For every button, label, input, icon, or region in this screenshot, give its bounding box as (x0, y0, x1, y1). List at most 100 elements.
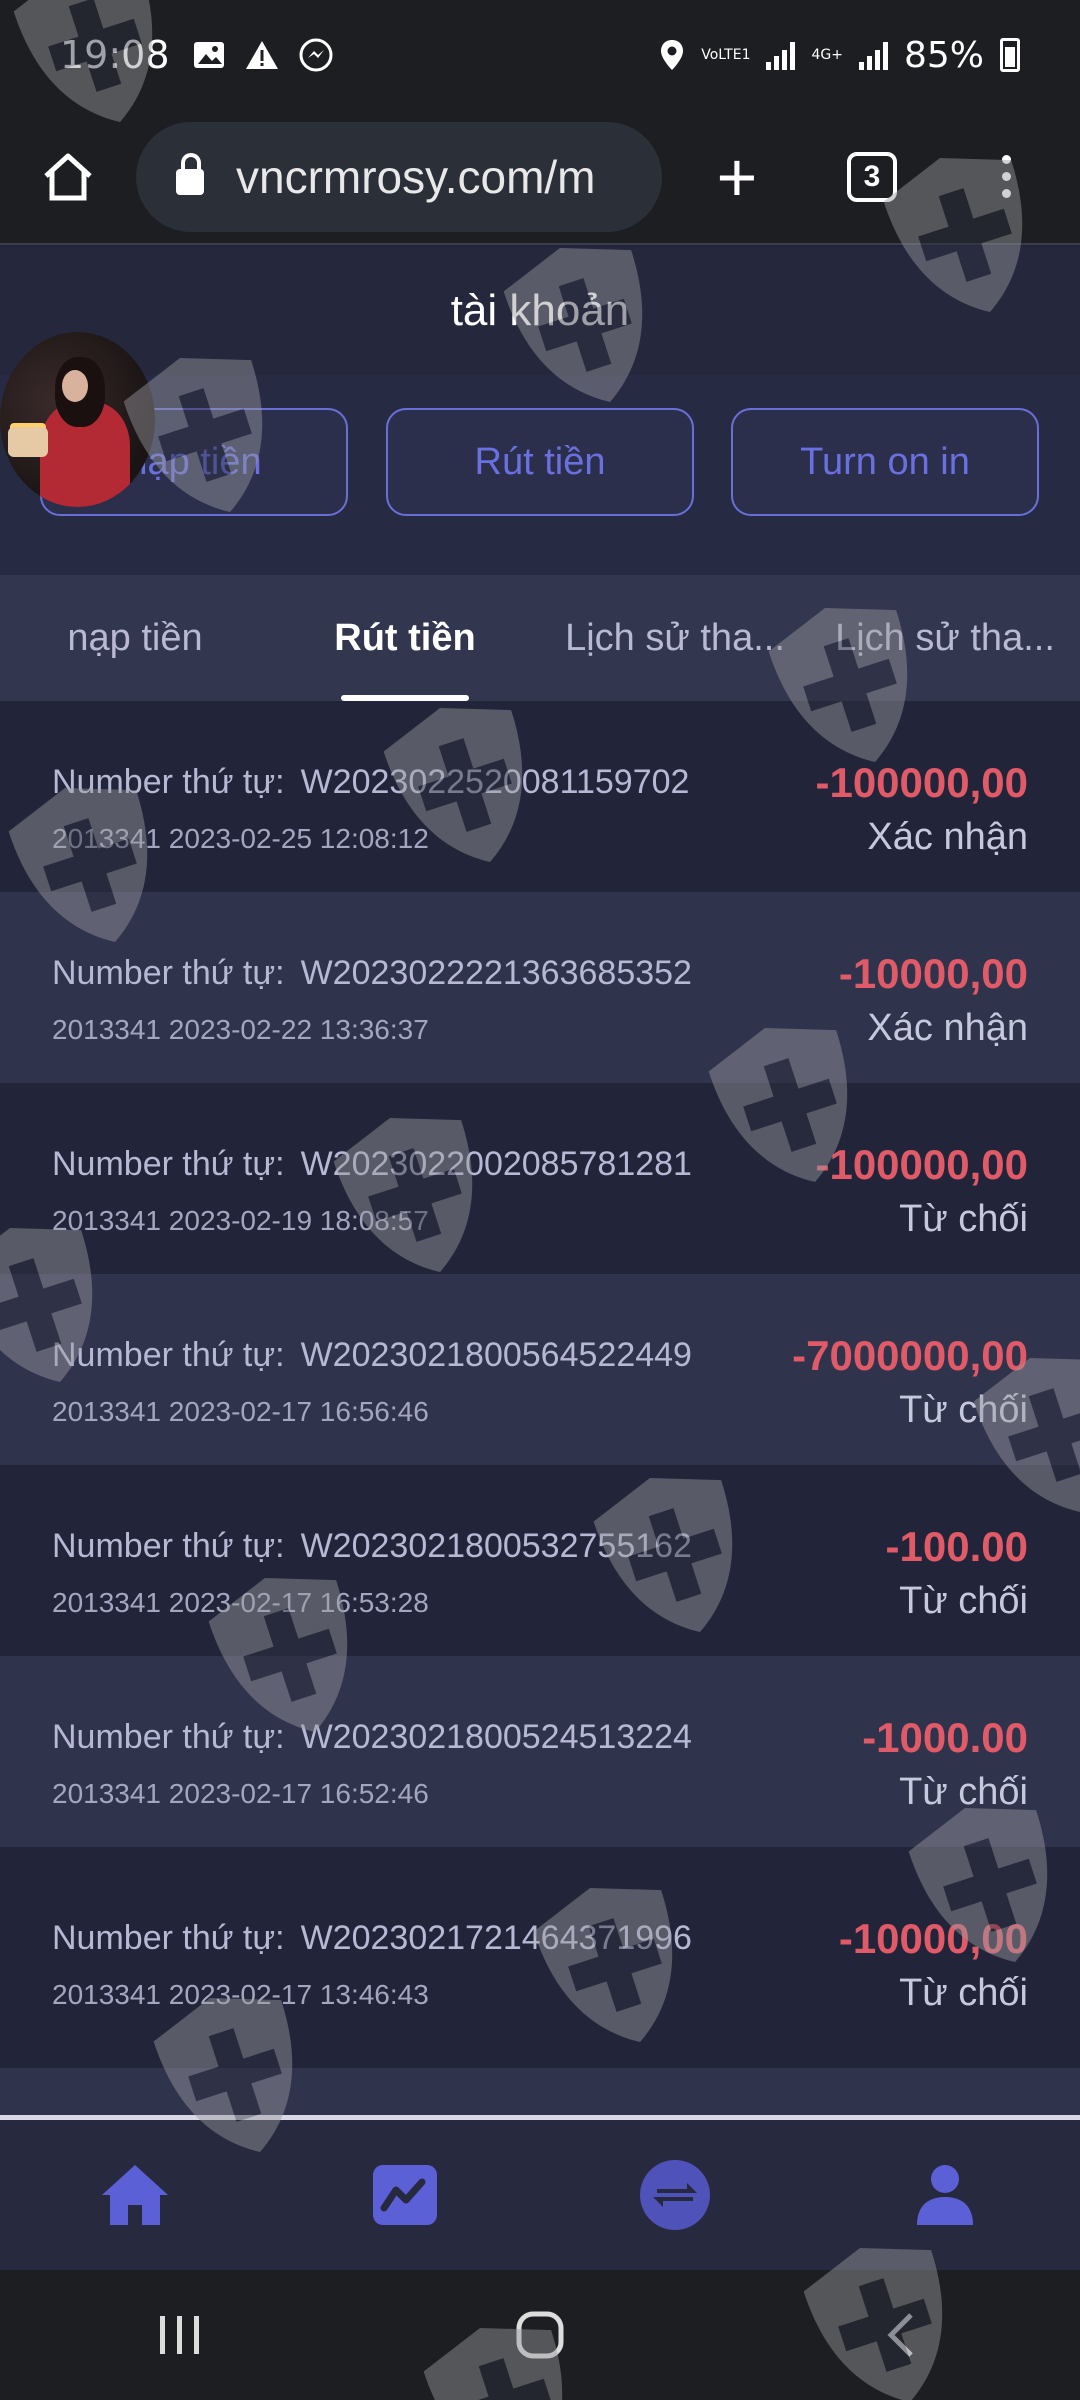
amount: -100.00 (885, 1523, 1028, 1570)
user-icon (917, 2165, 973, 2225)
user-id: 2013341 (52, 1587, 162, 1618)
signal-icon-2 (858, 40, 888, 70)
datetime: 2023-02-25 12:08:12 (168, 823, 429, 854)
datetime: 2023-02-19 18:08:57 (168, 1205, 429, 1236)
status: Xác nhận (867, 816, 1028, 858)
bottom-nav (0, 2120, 1080, 2270)
home-outline-icon (44, 153, 92, 200)
order-label: Number thứ tự: (52, 1919, 285, 1957)
url-text: vncrmrosy.com/m (236, 150, 596, 203)
list-item[interactable]: Number thứ tự: W2023021800532755162 20133… (0, 1465, 1080, 1656)
gallery-icon (193, 42, 224, 68)
back-button[interactable] (720, 2311, 1080, 2359)
warning-icon (245, 41, 278, 69)
user-id: 2013341 (52, 1979, 162, 2010)
user-id: 2013341 (52, 1778, 162, 1809)
datetime: 2023-02-17 13:46:43 (168, 1979, 429, 2010)
nav-profile[interactable] (810, 2120, 1080, 2270)
home-circle-icon (516, 2311, 564, 2359)
notification-icons (192, 37, 334, 73)
signal-icon (766, 40, 796, 70)
nav-exchange[interactable] (540, 2120, 810, 2270)
back-icon (887, 2313, 913, 2357)
browser-home-button[interactable] (0, 152, 136, 202)
order-label: Number thứ tự: (52, 1527, 285, 1565)
tab-withdraw[interactable]: Rút tiền (270, 575, 540, 701)
order-id: W2023021721464371996 (300, 1919, 692, 1957)
history-tabs: nạp tiền Rút tiền Lịch sử tha... Lịch sử… (0, 575, 1080, 701)
order-id: W2023022002085781281 (300, 1145, 692, 1183)
location-icon (661, 40, 684, 70)
order-label: Number thứ tự: (52, 1336, 285, 1374)
address-bar[interactable]: vncrmrosy.com/m (136, 121, 662, 232)
network-type: 4G+ (811, 47, 843, 63)
nav-home[interactable] (0, 2120, 270, 2270)
tab-deposit[interactable]: nạp tiền (0, 575, 270, 701)
order-id: W2023021800524513224 (300, 1718, 692, 1756)
user-id: 2013341 (52, 1014, 162, 1045)
transaction-list: Number thứ tự: W2023022520081159702 20133… (0, 701, 1080, 2118)
browser-toolbar: vncrmrosy.com/m + 3 (0, 110, 1080, 245)
order-id: W2023021800532755162 (300, 1527, 692, 1565)
action-buttons: nạp tiền Rút tiền Turn on in (0, 375, 1080, 575)
lock-icon (176, 152, 204, 195)
amount: -10000,00 (838, 1915, 1028, 1962)
chart-icon (373, 2165, 437, 2225)
status: Xác nhận (867, 1007, 1028, 1049)
browser-menu-button[interactable] (932, 155, 1080, 198)
tab-count: 3 (847, 151, 897, 202)
list-item[interactable]: Number thứ tự: W2023022002085781281 20133… (0, 1083, 1080, 1274)
withdraw-button[interactable]: Rút tiền (386, 408, 694, 516)
list-item-partial[interactable] (0, 2068, 1080, 2118)
list-item[interactable]: Number thứ tự: W2023022520081159702 20133… (0, 701, 1080, 892)
datetime: 2023-02-17 16:52:46 (168, 1778, 429, 1809)
new-tab-button[interactable]: + (662, 137, 812, 217)
amount: -10000,00 (838, 950, 1028, 997)
status-right: VoLTE1 4G+ 85% (659, 35, 1020, 76)
volte-indicator: VoLTE1 (701, 47, 751, 63)
list-item[interactable]: Number thứ tự: W2023022221363685352 20133… (0, 892, 1080, 1083)
avatar[interactable] (0, 332, 155, 507)
order-label: Number thứ tự: (52, 1145, 285, 1183)
turn-on-button[interactable]: Turn on in (731, 408, 1039, 516)
tab-history-1[interactable]: Lịch sử tha... (540, 575, 810, 701)
status: Từ chối (899, 1389, 1028, 1431)
amount: -100000,00 (815, 759, 1028, 806)
tab-history-2[interactable]: Lịch sử tha... (810, 575, 1080, 701)
status: Từ chối (899, 1972, 1028, 2014)
status-time: 19:08 (60, 33, 170, 77)
list-item[interactable]: Number thứ tự: W2023021800524513224 20133… (0, 1656, 1080, 1847)
status: Từ chối (899, 1198, 1028, 1240)
battery-icon (1000, 38, 1020, 72)
page-title: tài khoản (0, 247, 1080, 375)
order-id: W2023022520081159702 (300, 763, 690, 801)
system-nav (0, 2270, 1080, 2400)
exchange-icon (640, 2160, 710, 2230)
tab-switcher-button[interactable]: 3 (812, 151, 932, 202)
order-label: Number thứ tự: (52, 954, 285, 992)
order-id: W2023022221363685352 (300, 954, 692, 992)
status: Từ chối (899, 1771, 1028, 1813)
datetime: 2023-02-17 16:53:28 (168, 1587, 429, 1618)
order-label: Number thứ tự: (52, 1718, 285, 1756)
amount: -100000,00 (815, 1141, 1028, 1188)
home-icon (102, 2165, 168, 2225)
messenger-icon (299, 38, 333, 72)
user-id: 2013341 (52, 823, 162, 854)
user-id: 2013341 (52, 1396, 162, 1427)
home-system-button[interactable] (360, 2311, 720, 2359)
status: Từ chối (899, 1580, 1028, 1622)
nav-chart[interactable] (270, 2120, 540, 2270)
recent-apps-button[interactable] (0, 2314, 360, 2356)
amount: -1000.00 (862, 1714, 1028, 1761)
status-bar: 19:08 VoLTE1 4G+ 85% (0, 0, 1080, 110)
list-item[interactable]: Number thứ tự: W2023021721464371996 20133… (0, 1847, 1080, 2068)
order-label: Number thứ tự: (52, 763, 285, 801)
amount: -7000000,00 (792, 1332, 1028, 1379)
list-item[interactable]: Number thứ tự: W2023021800564522449 20133… (0, 1274, 1080, 1465)
user-id: 2013341 (52, 1205, 162, 1236)
datetime: 2023-02-17 16:56:46 (168, 1396, 429, 1427)
battery-percent: 85% (903, 34, 984, 76)
order-id: W2023021800564522449 (300, 1336, 692, 1374)
recent-apps-icon (160, 2316, 199, 2354)
